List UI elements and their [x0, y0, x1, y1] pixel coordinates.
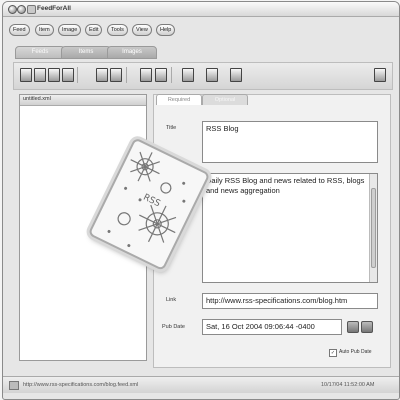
new-feed-icon[interactable] [20, 68, 32, 82]
status-icon [9, 381, 19, 390]
wizard-icon[interactable] [230, 68, 242, 82]
description-scrollbar[interactable] [369, 174, 377, 282]
tab-required[interactable]: Required [156, 94, 202, 105]
tab-optional[interactable]: Optional [202, 94, 248, 105]
feed-file-item[interactable]: untitled.xml [23, 96, 51, 102]
title-label: Title [166, 125, 177, 131]
pubdate-value: Sat, 16 Oct 2004 09:06:44 -0400 [206, 322, 315, 331]
app-icon [27, 5, 36, 14]
help-icon[interactable] [374, 68, 386, 82]
status-path: http://www.rss-specifications.com/blog.f… [23, 382, 139, 388]
auto-pubdate-checkbox[interactable]: ✓ [329, 349, 337, 357]
link-label: Link [166, 297, 177, 303]
status-datetime: 10/17/04 11:52:00 AM [321, 382, 375, 388]
menu-feed[interactable]: Feed [9, 24, 30, 36]
toolbar [13, 62, 393, 90]
cut-icon[interactable] [96, 68, 108, 82]
toolbar-separator [126, 67, 127, 83]
title-bar: FeedForAll [3, 2, 399, 17]
copy-icon[interactable] [110, 68, 122, 82]
link-field[interactable]: http://www.rss-specifications.com/blog.h… [202, 293, 378, 309]
tab-items[interactable]: Items [61, 46, 111, 59]
status-bar: http://www.rss-specifications.com/blog.f… [3, 376, 399, 393]
window-title: FeedForAll [37, 5, 71, 12]
menu-tools[interactable]: Tools [107, 24, 128, 36]
menu-help[interactable]: Help [156, 24, 176, 36]
main-tabs: Feeds Items Images [3, 46, 399, 59]
open-folder-icon[interactable] [34, 68, 46, 82]
pubdate-label: Pub Date [162, 324, 185, 330]
menu-bar: Feed Item Image Edit Tools View Help [3, 24, 399, 37]
close-icon[interactable] [8, 5, 17, 14]
tab-feeds[interactable]: Feeds [15, 46, 65, 59]
calendar-icon[interactable] [347, 321, 359, 333]
menu-item[interactable]: Item [35, 24, 54, 36]
auto-pubdate-label: Auto Pub Date [339, 349, 372, 355]
description-value: Daily RSS Blog and news related to RSS, … [206, 176, 365, 195]
delete-item-icon[interactable] [155, 68, 167, 82]
minimize-icon[interactable] [17, 5, 26, 14]
scroll-thumb[interactable] [371, 188, 376, 268]
tab-images[interactable]: Images [107, 46, 157, 59]
pubdate-field[interactable]: Sat, 16 Oct 2004 09:06:44 -0400 [202, 319, 342, 335]
publish-icon[interactable] [206, 68, 218, 82]
save-icon[interactable] [48, 68, 60, 82]
toolbar-separator [171, 67, 172, 83]
menu-edit[interactable]: Edit [85, 24, 103, 36]
new-item-icon[interactable] [140, 68, 152, 82]
link-value: http://www.rss-specifications.com/blog.h… [206, 296, 348, 305]
title-field[interactable]: RSS Blog [202, 121, 378, 163]
edit-date-icon[interactable] [361, 321, 373, 333]
save-as-icon[interactable] [62, 68, 74, 82]
menu-view[interactable]: View [132, 24, 152, 36]
title-value: RSS Blog [206, 124, 239, 133]
menu-image[interactable]: Image [58, 24, 82, 36]
toolbar-separator [77, 67, 78, 83]
description-field[interactable]: Daily RSS Blog and news related to RSS, … [202, 173, 378, 283]
svg-text:RSS: RSS [141, 193, 162, 210]
preview-icon[interactable] [182, 68, 194, 82]
